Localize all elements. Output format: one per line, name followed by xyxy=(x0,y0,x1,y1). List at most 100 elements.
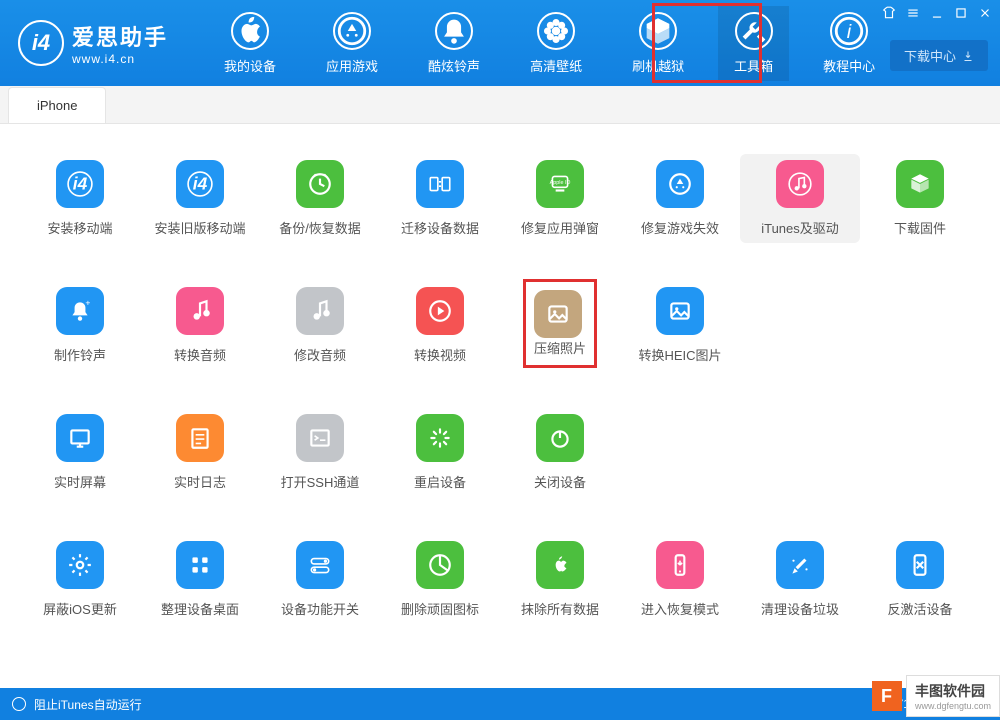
tool-制作铃声[interactable]: + 制作铃声 xyxy=(20,281,140,370)
log-icon xyxy=(176,414,224,462)
play-icon xyxy=(416,287,464,335)
tool-label: 转换音频 xyxy=(174,345,226,364)
watermark-text: 丰图软件园 www.dgfengtu.com xyxy=(906,675,1000,717)
tool-安装旧版移动端[interactable]: i4 安装旧版移动端 xyxy=(140,154,260,243)
bell-icon xyxy=(435,12,473,50)
tool-实时屏幕[interactable]: 实时屏幕 xyxy=(20,408,140,497)
nav-item-4[interactable]: 刷机越狱 xyxy=(616,6,700,81)
watermark-badge-icon xyxy=(872,681,902,711)
nav-item-1[interactable]: 应用游戏 xyxy=(310,6,394,81)
nav-label: 应用游戏 xyxy=(326,56,378,75)
image-icon xyxy=(534,290,582,338)
tool-备份/恢复数据[interactable]: 备份/恢复数据 xyxy=(260,154,380,243)
tool-label: 实时日志 xyxy=(174,472,226,491)
tool-label: 迁移设备数据 xyxy=(401,218,479,237)
tool-转换视频[interactable]: 转换视频 xyxy=(380,281,500,370)
close-icon[interactable] xyxy=(976,4,994,22)
nav-item-0[interactable]: 我的设备 xyxy=(208,6,292,81)
logo-text: 爱思助手 www.i4.cn xyxy=(72,20,168,66)
download-center-button[interactable]: 下载中心 xyxy=(890,40,988,71)
nav-item-2[interactable]: 酷炫铃声 xyxy=(412,6,496,81)
itunes-icon xyxy=(776,160,824,208)
tool-label: 重启设备 xyxy=(414,472,466,491)
tool-清理设备垃圾[interactable]: 清理设备垃圾 xyxy=(740,535,860,624)
tool-label: 修改音频 xyxy=(294,345,346,364)
nav-label: 刷机越狱 xyxy=(632,56,684,75)
tool-重启设备[interactable]: 重启设备 xyxy=(380,408,500,497)
download-icon xyxy=(962,50,974,62)
note-icon xyxy=(296,287,344,335)
tool-整理设备桌面[interactable]: 整理设备桌面 xyxy=(140,535,260,624)
pie-icon xyxy=(416,541,464,589)
tool-屏蔽iOS更新[interactable]: 屏蔽iOS更新 xyxy=(20,535,140,624)
radio-icon[interactable] xyxy=(12,697,26,711)
tool-label: 下载固件 xyxy=(894,218,946,237)
tool-label: 转换视频 xyxy=(414,345,466,364)
tab-iphone[interactable]: iPhone xyxy=(8,87,106,123)
tool-关闭设备[interactable]: 关闭设备 xyxy=(500,408,620,497)
apple-icon xyxy=(231,12,269,50)
nav-label: 工具箱 xyxy=(734,56,773,75)
tool-修复应用弹窗[interactable]: Apple ID修复应用弹窗 xyxy=(500,154,620,243)
tool-迁移设备数据[interactable]: 迁移设备数据 xyxy=(380,154,500,243)
tool-label: 抹除所有数据 xyxy=(521,599,599,618)
tool-删除顽固图标[interactable]: 删除顽固图标 xyxy=(380,535,500,624)
store-icon xyxy=(656,160,704,208)
phone-icon xyxy=(656,541,704,589)
tool-label: 压缩照片 xyxy=(534,338,586,357)
window-controls xyxy=(880,4,994,22)
tool-label: 安装旧版移动端 xyxy=(154,218,245,237)
block-itunes-label[interactable]: 阻止iTunes自动运行 xyxy=(34,696,142,713)
i4-icon: i4 xyxy=(176,160,224,208)
transfer-icon xyxy=(416,160,464,208)
flower-icon xyxy=(537,12,575,50)
nav-label: 高清壁纸 xyxy=(530,56,582,75)
tool-修改音频[interactable]: 修改音频 xyxy=(260,281,380,370)
screen-icon xyxy=(56,414,104,462)
tool-反激活设备[interactable]: 反激活设备 xyxy=(860,535,980,624)
svg-text:i4: i4 xyxy=(193,173,208,193)
note-icon xyxy=(176,287,224,335)
tool-iTunes及驱动[interactable]: iTunes及驱动 xyxy=(740,154,860,243)
tool-打开SSH通道[interactable]: 打开SSH通道 xyxy=(260,408,380,497)
logo[interactable]: i4 爱思助手 www.i4.cn xyxy=(10,20,168,66)
nav-item-5[interactable]: 工具箱 xyxy=(718,6,789,81)
tool-抹除所有数据[interactable]: 抹除所有数据 xyxy=(500,535,620,624)
grid-icon xyxy=(176,541,224,589)
tab-bar: iPhone xyxy=(0,86,1000,124)
menu-icon[interactable] xyxy=(904,4,922,22)
svg-text:+: + xyxy=(85,298,90,308)
svg-text:i4: i4 xyxy=(73,173,88,193)
main-nav: 我的设备应用游戏 酷炫铃声 高清壁纸 刷机越狱 工具箱 i 教程中心 xyxy=(208,6,891,81)
cube-icon xyxy=(896,160,944,208)
tool-转换音频[interactable]: 转换音频 xyxy=(140,281,260,370)
tool-label: 删除顽固图标 xyxy=(401,599,479,618)
info-icon: i xyxy=(830,12,868,50)
tool-修复游戏失效[interactable]: 修复游戏失效 xyxy=(620,154,740,243)
tool-label: 备份/恢复数据 xyxy=(279,218,361,237)
tool-安装移动端[interactable]: i4 安装移动端 xyxy=(20,154,140,243)
minimize-icon[interactable] xyxy=(928,4,946,22)
tool-压缩照片[interactable]: 压缩照片 xyxy=(500,281,620,370)
tool-label: 制作铃声 xyxy=(54,345,106,364)
maximize-icon[interactable] xyxy=(952,4,970,22)
watermark: 丰图软件园 www.dgfengtu.com xyxy=(872,675,1000,717)
tool-转换HEIC图片[interactable]: 转换HEIC图片 xyxy=(620,281,740,370)
tool-label: 安装移动端 xyxy=(47,218,112,237)
tool-进入恢复模式[interactable]: 进入恢复模式 xyxy=(620,535,740,624)
nav-label: 教程中心 xyxy=(823,56,875,75)
tool-实时日志[interactable]: 实时日志 xyxy=(140,408,260,497)
box-icon xyxy=(639,12,677,50)
nav-item-3[interactable]: 高清壁纸 xyxy=(514,6,598,81)
tool-label: 打开SSH通道 xyxy=(281,472,360,491)
tool-label: 实时屏幕 xyxy=(54,472,106,491)
nav-item-6[interactable]: i 教程中心 xyxy=(807,6,891,81)
nav-label: 酷炫铃声 xyxy=(428,56,480,75)
header: i4 爱思助手 www.i4.cn 我的设备应用游戏 酷炫铃声 高清壁纸 刷机越狱 工具… xyxy=(0,0,1000,86)
tool-label: iTunes及驱动 xyxy=(761,218,839,237)
tool-下载固件[interactable]: 下载固件 xyxy=(860,154,980,243)
tool-设备功能开关[interactable]: 设备功能开关 xyxy=(260,535,380,624)
tool-label: 修复游戏失效 xyxy=(641,218,719,237)
shirt-icon[interactable] xyxy=(880,4,898,22)
appleid-icon: Apple ID xyxy=(536,160,584,208)
